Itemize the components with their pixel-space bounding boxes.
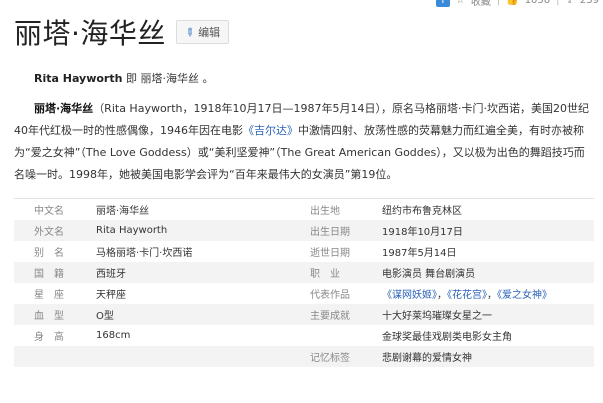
star-icon[interactable]: ☆: [456, 0, 465, 6]
info-label: 职 业: [310, 269, 340, 280]
table-row: 外文名 Rita Hayworth 出生日期 1918年10月17日: [14, 220, 594, 241]
summary-name: Rita Hayworth: [34, 72, 123, 85]
info-value: O型: [96, 311, 114, 322]
info-label: 代表作品: [310, 290, 350, 301]
info-label: 别 名: [34, 248, 64, 259]
info-value: 纽约市布鲁克林区: [382, 206, 462, 217]
divider: |: [496, 0, 501, 6]
film-link-gilda[interactable]: 《吉尔达》: [243, 124, 298, 137]
info-value: 天秤座: [96, 290, 126, 301]
info-value: 西班牙: [96, 269, 126, 280]
info-value: 金球奖最佳戏剧类电影女主角: [382, 332, 512, 343]
info-value: 1987年5月14日: [382, 248, 457, 259]
title-row: 丽塔·海华丝 ✎ 编辑: [14, 12, 230, 52]
favorite-label[interactable]: 收藏: [471, 0, 491, 8]
info-label: 主要成就: [310, 311, 350, 322]
info-label: 星 座: [34, 290, 64, 301]
intro-name: 丽塔·海华丝: [34, 102, 94, 115]
thumbs-up-icon[interactable]: 👍: [506, 0, 518, 6]
table-row: 血 型 O型 主要成就 十大好莱坞璀璨女星之一: [14, 304, 594, 325]
share-icon[interactable]: ⇪: [566, 0, 574, 6]
info-label: 记忆标签: [310, 353, 350, 364]
table-row: 国 籍 西班牙 职 业 电影演员 舞台剧演员: [14, 262, 594, 283]
table-row: 别 名 马格丽塔·卡门·坎西诺 逝世日期 1987年5月14日: [14, 241, 594, 262]
info-value: 丽塔·海华丝: [96, 206, 150, 217]
info-label: 国 籍: [34, 269, 64, 280]
info-value: 电影演员 舞台剧演员: [382, 269, 476, 280]
works-list: 《谋网妖姬》，《花花宫》，《爱之女神》: [382, 290, 552, 301]
info-value: 悲剧谢幕的爱情女神: [382, 353, 472, 364]
share-count: 239: [579, 0, 599, 6]
table-row: 记忆标签 悲剧谢幕的爱情女神: [14, 346, 594, 367]
info-label: 血 型: [34, 311, 64, 322]
table-row: 身 高 168cm 金球奖最佳戏剧类电影女主角: [14, 325, 594, 346]
work-link[interactable]: 《爱之女神》: [497, 290, 552, 301]
info-table: 中文名 丽塔·海华丝 出生地 纽约市布鲁克林区 外文名 Rita Haywort…: [14, 198, 594, 367]
info-label: 出生地: [310, 206, 340, 217]
info-value: 1918年10月17日: [382, 227, 463, 238]
intro-paragraph: 丽塔·海华丝（Rita Hayworth，1918年10月17日—1987年5月…: [14, 98, 592, 186]
edit-button[interactable]: ✎ 编辑: [175, 20, 230, 44]
table-row: 中文名 丽塔·海华丝 出生地 纽约市布鲁克林区: [14, 199, 594, 220]
info-label: 外文名: [34, 227, 64, 238]
info-value: Rita Hayworth: [96, 225, 168, 236]
summary-line: Rita Hayworth 即 丽塔·海华丝 。: [34, 70, 213, 86]
plus-icon[interactable]: +: [435, 0, 450, 7]
info-label: 出生日期: [310, 227, 350, 238]
info-label: 中文名: [34, 206, 64, 217]
pencil-icon: ✎: [181, 24, 198, 40]
work-link[interactable]: 《花花宫》: [447, 290, 487, 301]
edit-label: 编辑: [198, 26, 221, 39]
info-value: 十大好莱坞璀璨女星之一: [382, 311, 492, 322]
info-label: 身 高: [34, 332, 64, 343]
table-row: 星 座 天秤座 代表作品 《谋网妖姬》，《花花宫》，《爱之女神》: [14, 283, 594, 304]
summary-text: 即 丽塔·海华丝 。: [125, 72, 214, 85]
page-title: 丽塔·海华丝: [14, 17, 166, 50]
like-count: 1056: [524, 0, 551, 6]
info-label: 逝世日期: [310, 248, 350, 259]
info-value: 168cm: [96, 330, 131, 341]
top-action-bar: + ☆ 收藏 | 👍 1056 | ⇪ 239: [359, 0, 603, 9]
info-value: 马格丽塔·卡门·坎西诺: [96, 248, 193, 259]
divider: |: [556, 0, 560, 6]
work-link[interactable]: 《谋网妖姬》: [382, 290, 437, 301]
